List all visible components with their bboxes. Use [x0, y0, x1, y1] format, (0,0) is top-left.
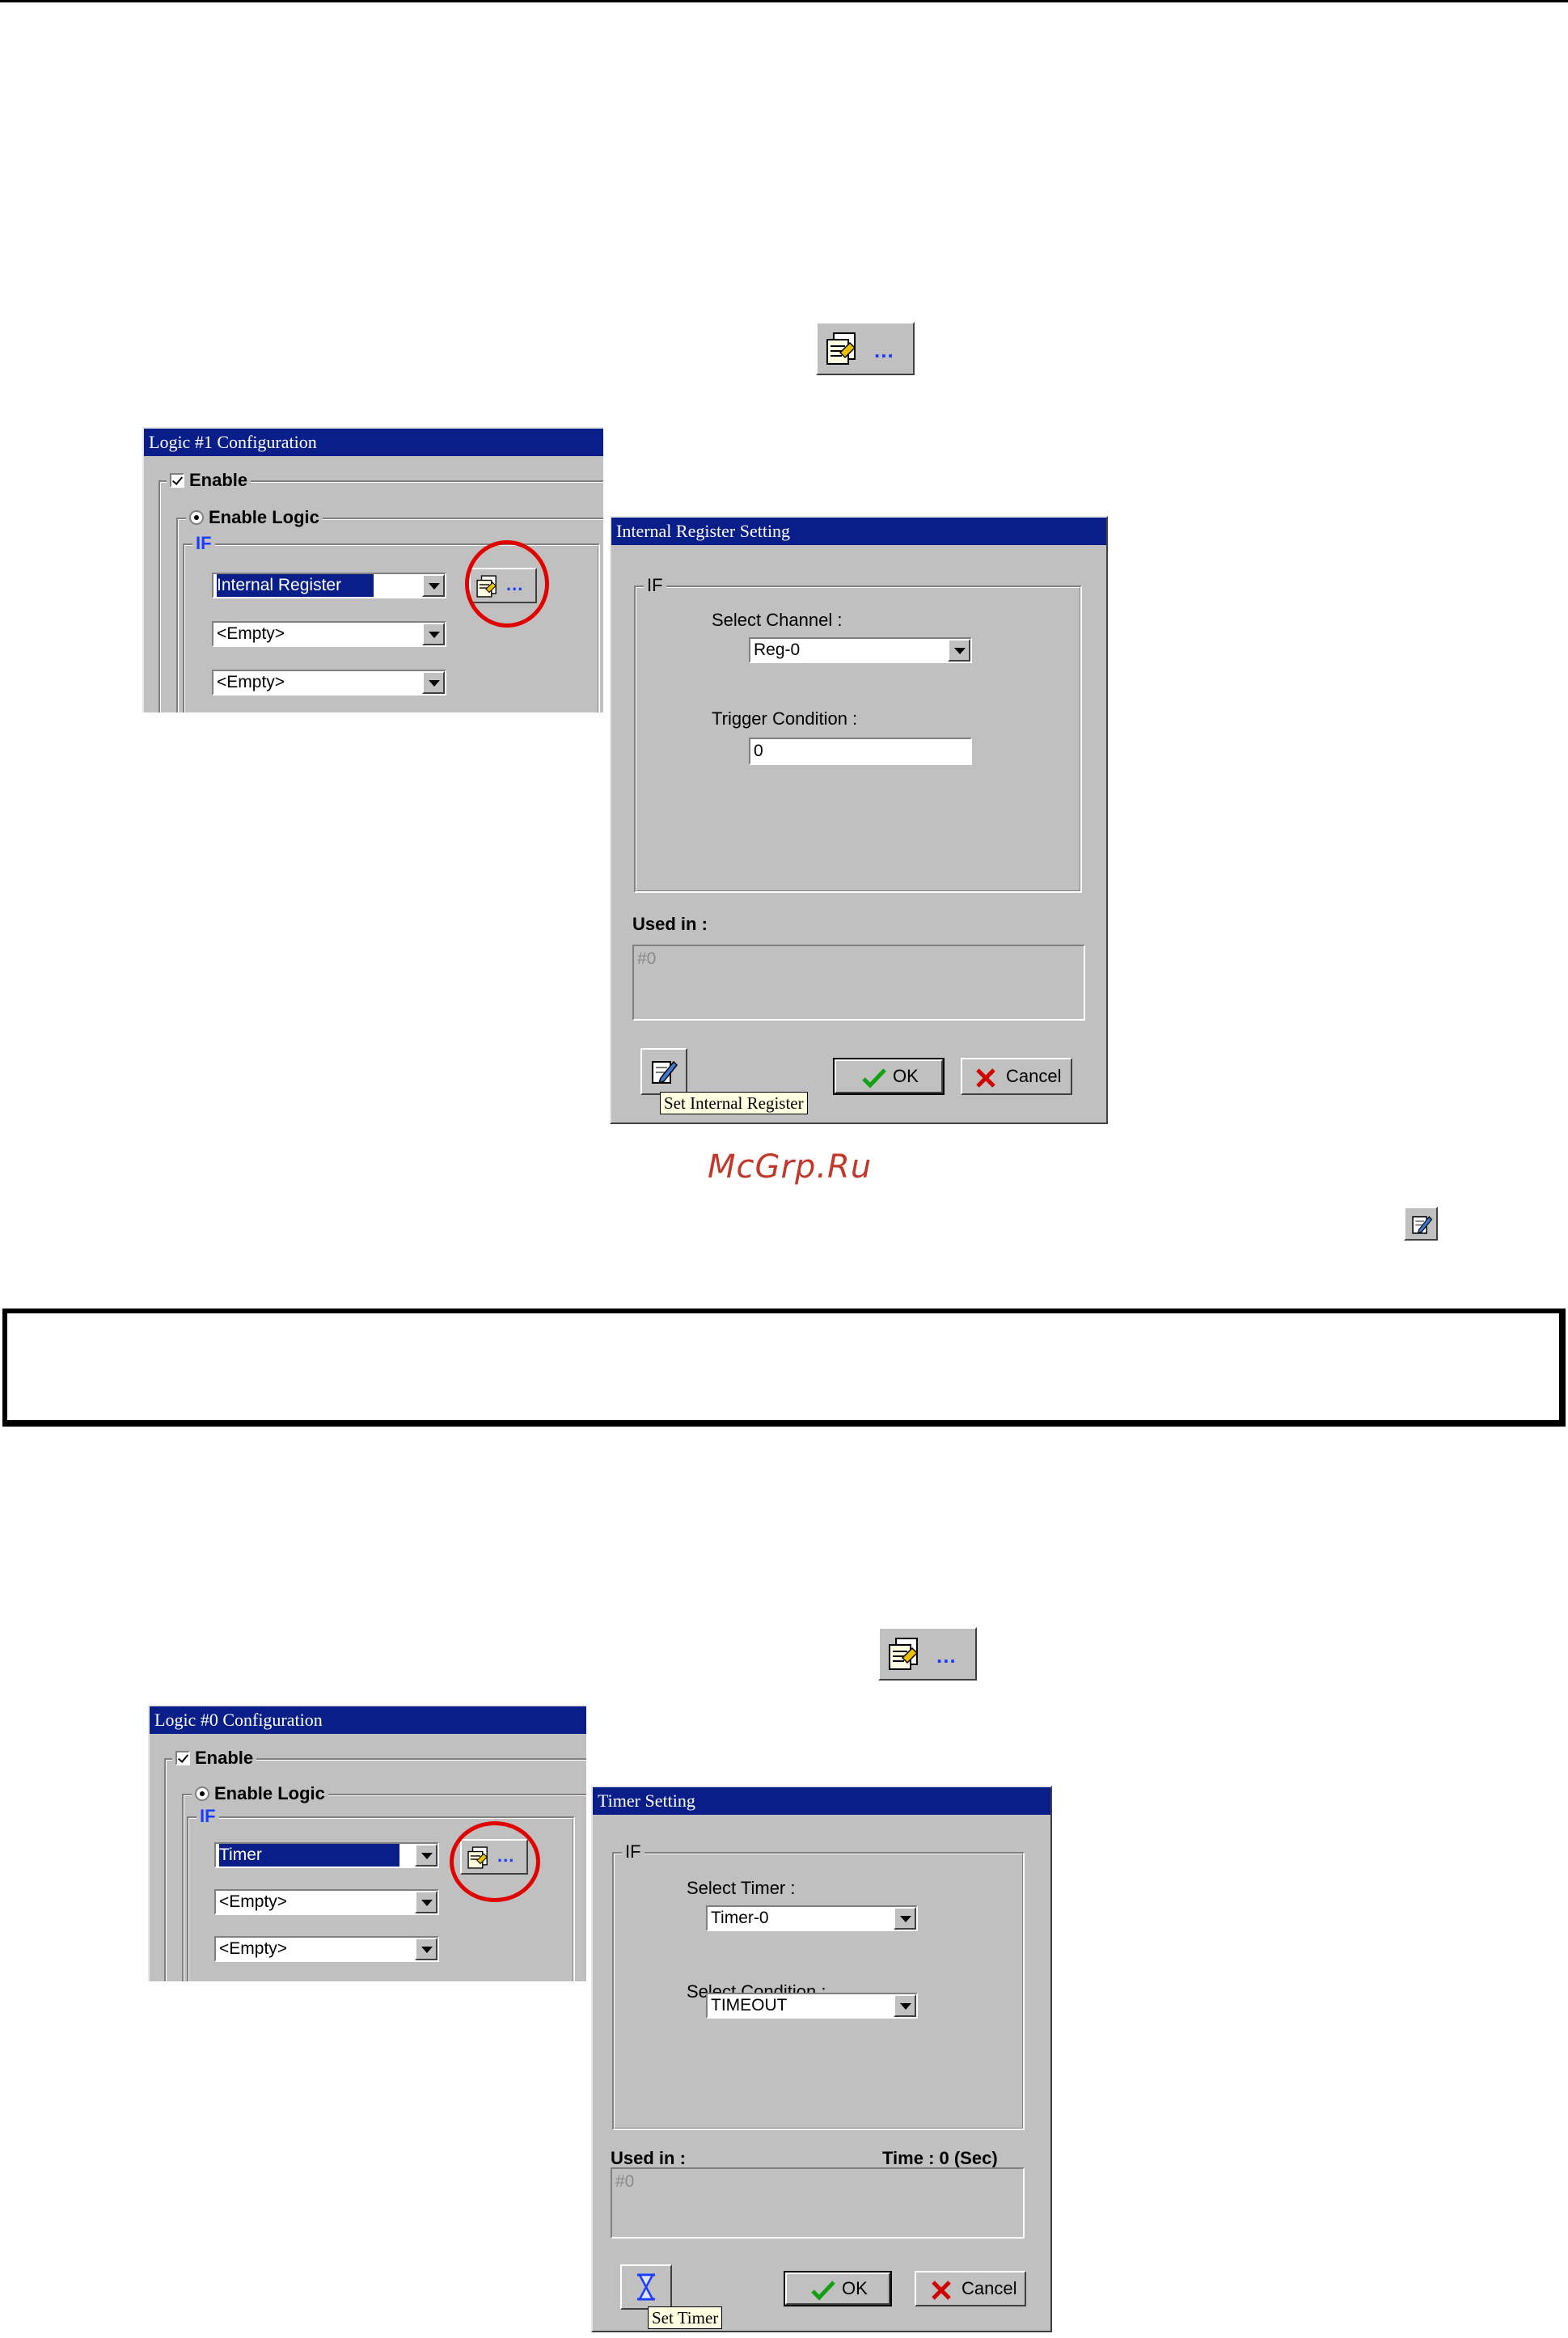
check-icon: [811, 2281, 835, 2301]
condition-combo-2[interactable]: <Empty>: [212, 621, 446, 647]
config-button-standalone-2[interactable]: ...: [878, 1627, 977, 1681]
hourglass-icon: [637, 2273, 655, 2301]
combo-value: <Empty>: [217, 624, 285, 643]
condition-combo-1[interactable]: Timer: [214, 1842, 439, 1868]
edit-button-inline[interactable]: [1404, 1207, 1438, 1241]
edit-pencil-icon: [652, 1060, 678, 1084]
ellipsis-text: ...: [874, 338, 894, 362]
select-condition-combo[interactable]: TIMEOUT: [706, 1993, 918, 2019]
combo-value: Internal Register: [215, 574, 375, 597]
tooltip: Set Timer: [648, 2306, 723, 2329]
cancel-label: Cancel: [1006, 1066, 1062, 1086]
checkbox-checked[interactable]: [175, 1751, 190, 1765]
cancel-label: Cancel: [962, 2278, 1017, 2298]
enable-logic-radio[interactable]: Enable Logic: [192, 1784, 328, 1803]
chevron-down-icon[interactable]: [894, 1907, 916, 1930]
dialog-title: Logic #0 Configuration: [150, 1706, 586, 1734]
watermark: McGrp.Ru: [708, 1148, 873, 1186]
dialog-title: Internal Register Setting: [611, 518, 1106, 545]
used-in-list: #0: [611, 2167, 1025, 2239]
timer-setting-dialog: Timer Setting IF Select Timer : Timer-0 …: [591, 1786, 1052, 2332]
ok-label: OK: [893, 1066, 919, 1086]
ok-button[interactable]: OK: [784, 2271, 892, 2306]
time-readout: Time : 0 (Sec): [882, 2148, 998, 2168]
cross-icon: [976, 1068, 995, 1088]
chevron-down-icon[interactable]: [422, 574, 445, 597]
checkbox-checked[interactable]: [170, 473, 184, 488]
cancel-button[interactable]: Cancel: [915, 2271, 1026, 2306]
combo-value: Timer: [218, 1844, 400, 1867]
chevron-down-icon[interactable]: [422, 623, 445, 645]
used-in-label: Used in :: [611, 2148, 686, 2168]
ok-label: OK: [842, 2278, 868, 2298]
combo-value: TIMEOUT: [711, 1996, 788, 2015]
check-icon: [862, 1068, 886, 1089]
select-timer-label: Select Timer :: [687, 1878, 796, 1898]
chevron-down-icon[interactable]: [415, 1844, 437, 1867]
tooltip: Set Internal Register: [660, 1092, 808, 1114]
if-label: IF: [192, 534, 215, 553]
ok-button[interactable]: OK: [833, 1058, 945, 1095]
enable-checkbox[interactable]: Enable: [167, 471, 251, 490]
used-in-label: Used in :: [632, 914, 708, 934]
enable-checkbox[interactable]: Enable: [172, 1748, 257, 1768]
condition-combo-1[interactable]: Internal Register: [212, 573, 446, 598]
combo-value: <Empty>: [219, 1892, 288, 1911]
radio-selected[interactable]: [195, 1786, 209, 1801]
if-label: IF: [197, 1807, 219, 1826]
internal-register-setting-dialog: Internal Register Setting IF Select Chan…: [610, 516, 1108, 1124]
condition-combo-3[interactable]: <Empty>: [212, 670, 446, 695]
radio-selected[interactable]: [189, 510, 204, 525]
chevron-down-icon[interactable]: [422, 671, 445, 694]
set-timer-button[interactable]: [620, 2264, 672, 2310]
config-button-standalone-1[interactable]: ...: [816, 322, 915, 375]
condition-combo-2[interactable]: <Empty>: [214, 1889, 439, 1915]
chevron-down-icon[interactable]: [894, 1994, 916, 2017]
chevron-down-icon[interactable]: [415, 1891, 437, 1913]
condition-combo-3[interactable]: <Empty>: [214, 1936, 439, 1962]
trigger-condition-input[interactable]: 0: [749, 738, 972, 765]
combo-value: <Empty>: [219, 1939, 288, 1958]
highlight-circle: [465, 540, 549, 628]
edit-pencil-icon: [1412, 1216, 1433, 1234]
dialog-title: Timer Setting: [593, 1787, 1050, 1815]
select-channel-combo[interactable]: Reg-0: [749, 637, 972, 663]
used-in-value: #0: [637, 949, 657, 968]
highlight-circle: [450, 1821, 540, 1902]
config-document-icon: [826, 332, 856, 365]
enable-logic-label: Enable Logic: [209, 507, 319, 527]
select-timer-combo[interactable]: Timer-0: [706, 1905, 918, 1931]
enable-label: Enable: [195, 1748, 254, 1768]
trigger-condition-label: Trigger Condition :: [712, 708, 858, 729]
cancel-button[interactable]: Cancel: [961, 1058, 1072, 1095]
enable-logic-label: Enable Logic: [214, 1783, 325, 1803]
combo-value: Timer-0: [711, 1909, 769, 1927]
chevron-down-icon[interactable]: [948, 639, 970, 662]
enable-logic-radio[interactable]: Enable Logic: [186, 508, 323, 527]
note-box: [2, 1309, 1566, 1427]
if-group-label: IF: [644, 576, 666, 595]
used-in-list: #0: [632, 945, 1085, 1021]
cross-icon: [932, 2281, 951, 2300]
top-rule: [0, 0, 1568, 2]
if-group-label: IF: [622, 1842, 645, 1862]
combo-value: <Empty>: [217, 673, 285, 691]
chevron-down-icon[interactable]: [415, 1938, 437, 1960]
used-in-value: #0: [615, 2172, 635, 2191]
dialog-title: Logic #1 Configuration: [144, 429, 603, 456]
combo-value: Reg-0: [754, 641, 801, 659]
set-register-button[interactable]: [640, 1048, 687, 1095]
ellipsis-text: ...: [936, 1643, 957, 1668]
enable-label: Enable: [189, 470, 248, 490]
config-document-icon: [889, 1638, 919, 1670]
select-channel-label: Select Channel :: [712, 610, 843, 630]
